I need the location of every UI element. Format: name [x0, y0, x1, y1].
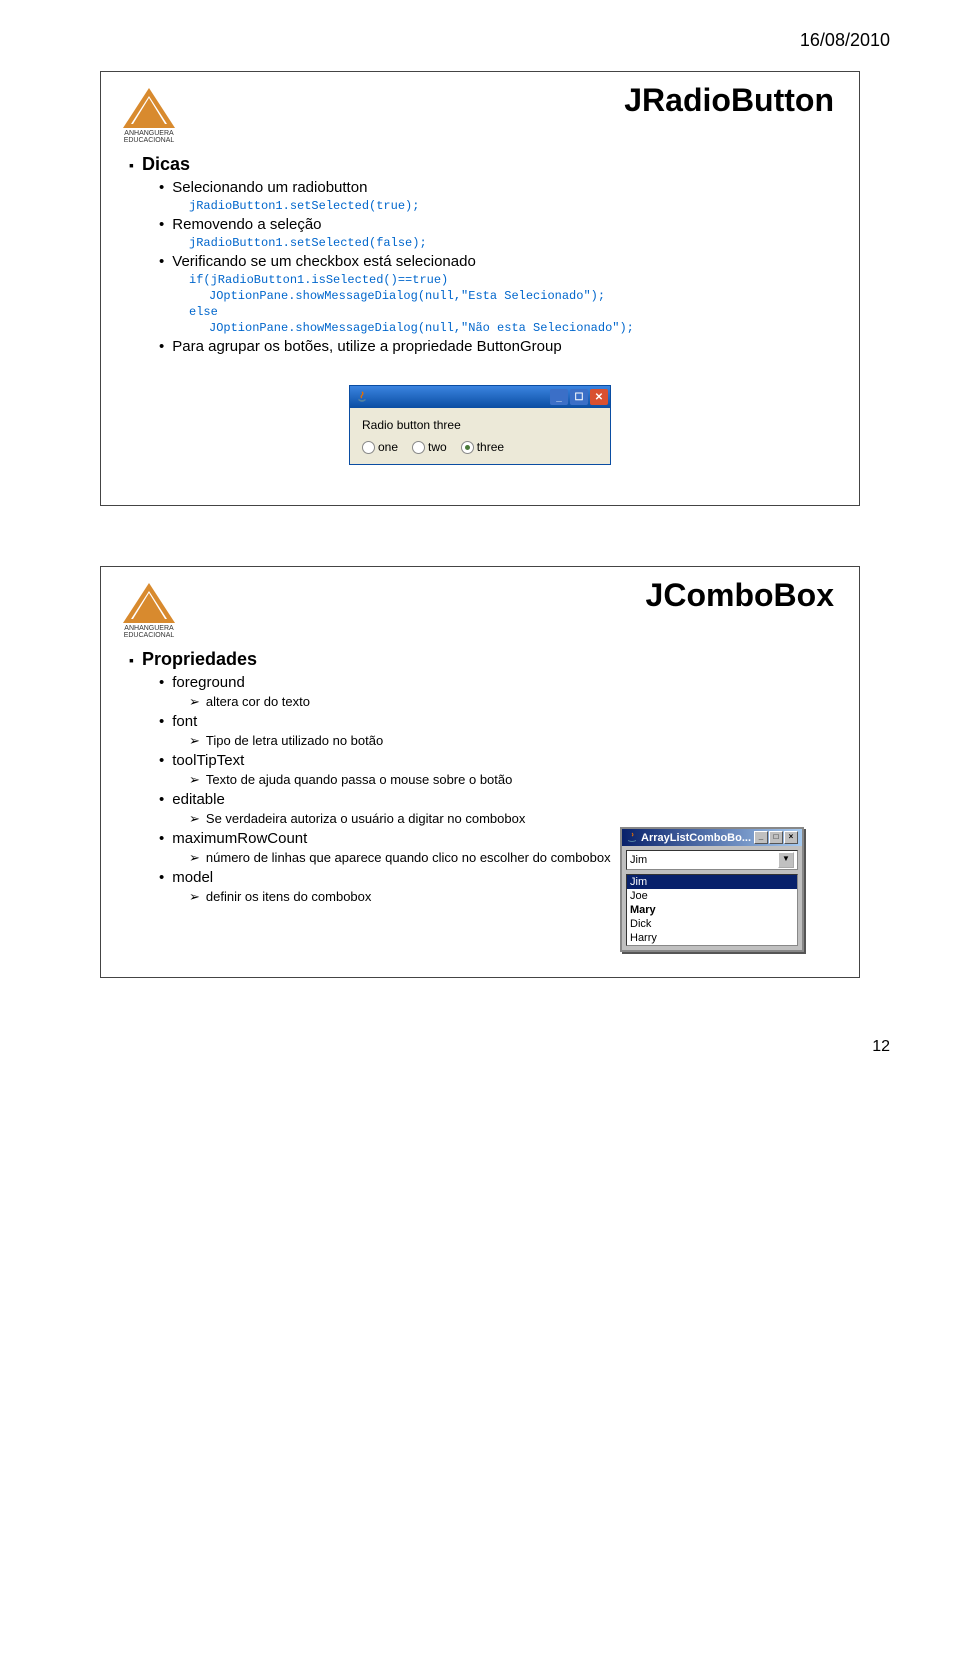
radio-one-label: one	[378, 440, 398, 454]
logo-text: ANHANGUERA EDUCACIONAL	[119, 130, 179, 144]
list-item[interactable]: Dick	[627, 917, 797, 931]
bullet-buttongroup: Para agrupar os botões, utilize a propri…	[159, 338, 841, 355]
radio-two[interactable]: two	[412, 440, 447, 454]
java-icon	[354, 389, 370, 405]
combobox-selected: Jim	[630, 854, 647, 866]
code-else: else	[189, 305, 841, 319]
list-item[interactable]: Mary	[627, 903, 797, 917]
window-title: ArrayListComboBo...	[641, 832, 751, 844]
heading-dicas: Dicas	[129, 154, 841, 175]
slide-jcombobox: ANHANGUERA EDUCACIONAL JComboBox Proprie…	[100, 566, 860, 978]
combobox-example-window: ArrayListComboBo... _ □ × Jim ▼ Jim Joe …	[620, 827, 804, 952]
window-titlebar: _ ☐ ✕	[350, 386, 610, 408]
bullet-tooltiptext: toolTipText	[159, 752, 841, 769]
java-icon	[626, 832, 638, 844]
bullet-editable: editable	[159, 791, 841, 808]
page-date: 16/08/2010	[60, 30, 900, 51]
anhanguera-logo: ANHANGUERA EDUCACIONAL	[119, 84, 179, 144]
close-icon[interactable]: ×	[784, 831, 798, 844]
bullet-foreground: foreground	[159, 674, 841, 691]
maximize-icon[interactable]: ☐	[570, 389, 588, 405]
minimize-icon[interactable]: _	[754, 831, 768, 844]
desc-tooltiptext: Texto de ajuda quando passa o mouse sobr…	[189, 772, 841, 788]
code-setselected-false: jRadioButton1.setSelected(false);	[189, 236, 841, 250]
bullet-selecionando: Selecionando um radiobutton	[159, 179, 841, 196]
page-number: 12	[60, 1038, 900, 1056]
list-item[interactable]: Harry	[627, 931, 797, 945]
minimize-icon[interactable]: _	[550, 389, 568, 405]
bullet-verificando: Verificando se um checkbox está selecion…	[159, 253, 841, 270]
dropdown-icon[interactable]: ▼	[778, 852, 794, 868]
desc-font: Tipo de letra utilizado no botão	[189, 733, 841, 749]
code-elsebody: JOptionPane.showMessageDialog(null,"Não …	[209, 321, 841, 335]
combobox-list: Jim Joe Mary Dick Harry	[626, 874, 798, 946]
radio-three[interactable]: three	[461, 440, 504, 454]
code-if: if(jRadioButton1.isSelected()==true)	[189, 273, 841, 287]
code-setselected-true: jRadioButton1.setSelected(true);	[189, 199, 841, 213]
heading-propriedades: Propriedades	[129, 649, 841, 670]
desc-foreground: altera cor do texto	[189, 694, 841, 710]
maximize-icon[interactable]: □	[769, 831, 783, 844]
radio-label: Radio button three	[362, 418, 598, 432]
example-window: _ ☐ ✕ Radio button three one two three	[349, 385, 611, 465]
list-item[interactable]: Jim	[627, 875, 797, 889]
combobox-field[interactable]: Jim ▼	[626, 850, 798, 870]
close-icon[interactable]: ✕	[590, 389, 608, 405]
window-titlebar: ArrayListComboBo... _ □ ×	[622, 829, 802, 846]
desc-editable: Se verdadeira autoriza o usuário a digit…	[189, 811, 841, 827]
logo-text: ANHANGUERA EDUCACIONAL	[119, 625, 179, 639]
list-item[interactable]: Joe	[627, 889, 797, 903]
slide-title: JComboBox	[646, 577, 834, 614]
slide-title: JRadioButton	[624, 82, 834, 119]
anhanguera-logo: ANHANGUERA EDUCACIONAL	[119, 579, 179, 639]
radio-two-label: two	[428, 440, 447, 454]
radio-three-label: three	[477, 440, 504, 454]
code-then: JOptionPane.showMessageDialog(null,"Esta…	[209, 289, 841, 303]
bullet-font: font	[159, 713, 841, 730]
radio-one[interactable]: one	[362, 440, 398, 454]
bullet-removendo: Removendo a seleção	[159, 216, 841, 233]
slide-jradiobutton: ANHANGUERA EDUCACIONAL JRadioButton Dica…	[100, 71, 860, 506]
